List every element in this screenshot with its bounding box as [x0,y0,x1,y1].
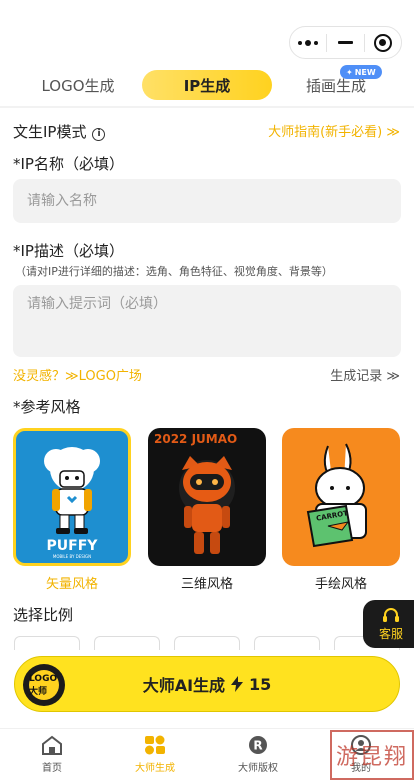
ratio-option[interactable] [174,636,240,650]
tab-logo-generation[interactable]: LOGO生成 [26,70,130,100]
more-dots-icon [298,39,319,46]
svg-text:R: R [253,739,262,753]
mode-title: 文生IP模式 i [13,121,106,142]
style-label-handdrawn[interactable]: 手绘风格 [282,573,400,592]
ratio-options [14,636,404,650]
logo-grid-icon [145,735,165,755]
lightning-icon [231,676,244,692]
ai-generate-button[interactable]: LOGO大师 大师AI生成 15 [14,656,400,712]
watermark-stamp: 游昆翔 [330,730,414,780]
history-link[interactable]: 生成记录 ≫ [330,365,400,384]
style-card-handdrawn[interactable]: CARROT [282,428,400,566]
tabbar-copyright-label: 大师版权 [238,763,278,774]
handdrawn-style-thumbnail [306,443,367,548]
ratio-option[interactable] [254,636,320,650]
logo-square-link[interactable]: 没灵感？≫LOGO广场 [13,365,142,384]
3d-thumb-title: 2022 JUMAO [154,432,238,446]
customer-service-button[interactable]: 客服 [363,600,414,648]
headset-icon [383,607,399,622]
ip-name-placeholder: 请输入名称 [27,193,97,209]
mode-title-text: 文生IP模式 [13,123,87,141]
minimize-button[interactable] [327,27,363,58]
logo-master-badge: LOGO大师 [23,664,65,706]
ratio-title: 选择比例 [13,606,74,624]
mini-program-capsule [289,26,402,59]
ai-generate-label: 大师AI生成 [142,676,226,695]
target-circle-icon [373,33,392,52]
style-card-vector[interactable]: PUFFY MOBILE BY DESIGN [13,428,131,566]
ai-generate-content: 大师AI生成 15 [143,672,272,696]
ip-desc-hint: （请对IP进行详细的描述：选角、角色特征、视觉角度、背景等） [15,265,333,278]
registered-icon: R [249,736,267,754]
new-badge-text: NEW [354,67,376,77]
style-label-vector[interactable]: 矢量风格 [13,573,131,592]
ip-generation-page: LOGO生成 IP生成 插画生成 ✦ NEW 文生IP模式 i 大师指南(新手必看… [0,0,414,780]
generation-cost: 15 [249,674,272,694]
tabbar-item-copyright[interactable]: R 大师版权 [223,735,293,774]
customer-service-label: 客服 [378,626,403,641]
ip-desc-placeholder: 请输入提示词（必填） [27,296,167,312]
style-title: *参考风格 [13,398,81,416]
tabbar-home-label: 首页 [42,763,62,774]
ip-name-label: *IP名称（必填） [13,155,124,173]
sparkle-icon: ✦ [346,67,353,77]
ip-name-input[interactable]: 请输入名称 [13,179,401,223]
vector-thumb-subtitle: MOBILE BY DESIGN [52,554,92,559]
new-badge: ✦ NEW [340,65,382,79]
tab-ip-generation[interactable]: IP生成 [142,70,272,100]
master-guide-link[interactable]: 大师指南(新手必看) ≫ [268,121,400,140]
close-button[interactable] [365,27,401,58]
logo-master-badge-text: LOGO大师 [29,670,59,700]
home-icon [42,735,62,755]
ip-desc-textarea[interactable]: 请输入提示词（必填） [13,285,401,357]
tabbar-item-home[interactable]: 首页 [17,735,87,774]
style-label-3d[interactable]: 三维风格 [148,573,266,592]
more-button[interactable] [290,27,326,58]
style-card-3d[interactable]: 2022 JUMAO [148,428,266,566]
info-icon[interactable]: i [92,127,106,141]
ip-desc-label: *IP描述（必填） [13,242,124,260]
minus-icon [337,41,353,44]
tabs-separator [0,106,414,108]
ratio-option[interactable] [14,636,80,650]
3d-style-thumbnail [179,456,235,554]
vector-thumb-title: PUFFY [46,538,98,554]
mode-tabs: LOGO生成 IP生成 插画生成 ✦ NEW [0,65,414,102]
ratio-option[interactable] [94,636,160,650]
tabbar-item-master-generate[interactable]: 大师生成 [120,735,190,774]
tabbar-master-generate-label: 大师生成 [135,763,175,774]
